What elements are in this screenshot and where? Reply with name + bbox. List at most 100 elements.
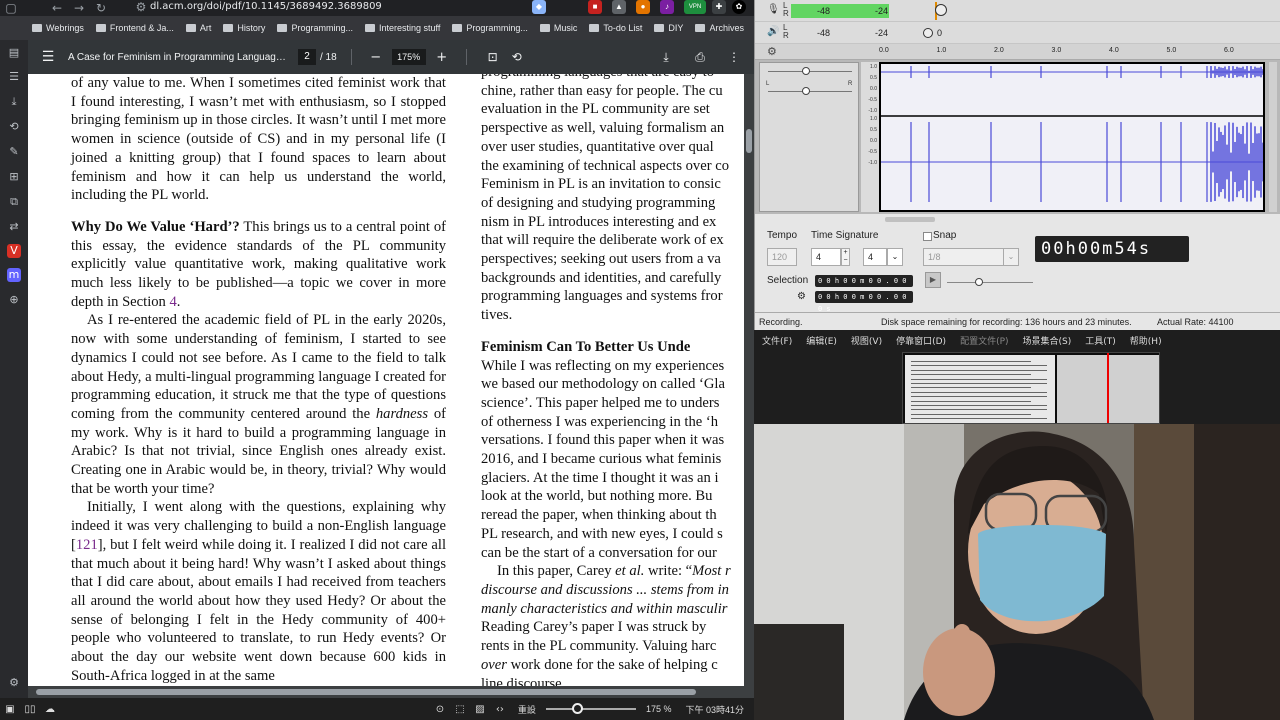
denominator-dropdown[interactable]: ⌄ [887,248,903,266]
url-field[interactable]: dl.acm.org/doi/pdf/10.1145/3689492.36898… [150,1,382,12]
speaker-icon[interactable]: 🔊 [767,26,779,37]
bookmark-folder[interactable]: Programming... [446,23,534,33]
recording-meter[interactable]: 🎙 LR -48 -24 [755,0,1280,22]
obs-preview[interactable] [902,352,1160,424]
zoom-out-icon[interactable]: − [366,50,386,65]
scroll-thumb[interactable] [746,129,752,153]
reading-list-icon[interactable]: ☰ [7,70,21,84]
capture-icon[interactable]: ⊙ [430,704,450,715]
play-speed-slider[interactable] [947,278,1033,286]
bookmark-folder[interactable]: DIY [648,23,689,33]
recording-volume-knob[interactable] [935,4,947,16]
pan-slider[interactable] [768,91,852,92]
snap-dropdown[interactable]: 1/8 [923,248,1015,266]
tempo-input[interactable]: 120 [767,248,797,266]
bookmark-folder[interactable]: Music [534,23,584,33]
selection-end[interactable]: 0 0 h 0 0 m 0 0 . 0 0 0 s [815,291,913,313]
obs-menu-item[interactable]: 编辑(E) [806,334,837,347]
cloud-icon[interactable]: ☁ [40,704,60,715]
reset-zoom-button[interactable]: 重設 [518,703,536,716]
play-at-speed-button[interactable]: ▶ [925,272,941,288]
bookmark-folder[interactable]: History [217,23,271,33]
image-icon[interactable]: ▨ [470,704,490,715]
extension-icon-2[interactable]: ▲ [612,0,626,14]
time-signature-numerator[interactable]: 4 [811,248,841,266]
snap-checkbox[interactable] [923,232,932,241]
track-control-panel[interactable]: L R [759,62,859,212]
window-icon[interactable]: ▣ [0,704,20,715]
bookmark-folder[interactable]: Art [180,23,218,33]
bookmarks-icon[interactable]: ▤ [7,46,21,60]
snap-dropdown-arrow[interactable]: ⌄ [1003,248,1019,266]
obs-menu-item[interactable]: 配置文件(P) [960,334,1008,347]
notes-icon[interactable]: ✎ [7,145,21,159]
pdf-horizontal-scrollbar[interactable] [28,686,754,698]
history-icon[interactable]: ⟲ [7,120,21,134]
timeline-ruler[interactable]: ⚙ 0.0 1.0 2.0 3.0 4.0 5.0 6.0 [755,44,1280,60]
vivaldi-icon[interactable]: V [7,244,21,258]
slider-knob[interactable] [571,703,583,714]
pdf-menu-icon[interactable]: ☰ [28,49,68,65]
site-info-icon[interactable]: ⚙ [130,0,152,14]
gain-knob[interactable] [802,67,810,75]
reload-icon[interactable]: ↻ [90,1,112,15]
code-icon[interactable]: ‹› [490,704,510,715]
timeline-options-icon[interactable]: ⚙ [767,45,777,58]
obs-menu-item[interactable]: 工具(T) [1085,334,1116,347]
settings-icon[interactable]: ⚙ [7,676,21,690]
microphone-icon[interactable]: 🎙 [767,4,780,15]
extensions-icon[interactable]: ⊞ [7,170,21,184]
extension-icon-3[interactable]: ● [636,0,650,14]
extension-icon-4[interactable]: ♪ [660,0,674,14]
selection-start[interactable]: 0 0 h 0 0 m 0 0 . 0 0 0 s [815,275,913,297]
playback-meter[interactable]: 🔊 LR -48 -24 0 [755,22,1280,44]
obs-menu-item[interactable]: 文件(F) [762,334,792,347]
slider-knob[interactable] [975,278,983,286]
rotate-icon[interactable]: ⟲ [505,50,529,64]
download-icon[interactable]: ⤓ [654,50,678,65]
bookmark-folder[interactable]: Frontend & Ja... [90,23,180,33]
forward-icon[interactable]: → [68,1,90,15]
shield-extension-icon[interactable]: ◆ [532,0,546,14]
pdf-vertical-scrollbar[interactable] [744,74,754,686]
zoom-in-icon[interactable]: + [432,50,452,65]
bookmark-folder[interactable]: Programming... [271,23,359,33]
pdf-viewport[interactable]: of any value to me. When I sometimes cit… [28,74,754,686]
bookmark-folder[interactable]: To-do List [583,23,648,33]
tiling-icon[interactable]: ⬚ [450,704,470,715]
extension-icon[interactable]: ■ [588,0,602,14]
obs-menu-item[interactable]: 帮助(H) [1130,334,1162,347]
waveform-display[interactable] [879,62,1265,212]
sync-icon[interactable]: ⇄ [7,220,21,234]
obs-menu-item[interactable]: 视图(V) [851,334,882,347]
more-options-icon[interactable]: ⋮ [722,50,746,64]
print-icon[interactable]: ⎙ [688,50,712,65]
bookmark-folder[interactable]: Webrings [26,23,90,33]
zoom-input[interactable]: 175% [391,49,426,65]
pan-knob[interactable] [802,87,810,95]
sidebar-toggle-icon[interactable]: ▢ [0,1,22,15]
selection-options-icon[interactable]: ⚙ [797,291,806,302]
profile-avatar-icon[interactable]: ✿ [732,0,746,14]
page-zoom-slider[interactable] [545,703,636,714]
bookmark-folder[interactable]: Archives [689,23,750,33]
time-display[interactable]: 00h00m54s [1035,236,1189,262]
vpn-extension-icon[interactable]: VPN [684,0,706,14]
obs-menu-item[interactable]: 场景集合(S) [1023,334,1072,347]
playback-volume-knob[interactable] [923,28,933,38]
section-link[interactable]: 4 [170,294,177,310]
tabs-icon[interactable]: ⧉ [7,195,21,209]
add-panel-icon[interactable]: ⊕ [7,293,21,307]
time-signature-denominator[interactable]: 4 [863,248,887,266]
mastodon-icon[interactable]: m [7,268,21,282]
downloads-icon[interactable]: ⤓ [7,95,21,109]
back-icon[interactable]: ← [46,1,68,15]
puzzle-extension-icon[interactable]: ✚ [712,0,726,14]
page-number-input[interactable]: 2 [298,49,316,65]
numerator-stepper[interactable]: + − [841,248,850,266]
fit-page-icon[interactable]: ⊡ [481,50,505,64]
bookmark-folder[interactable]: Interesting stuff [359,23,446,33]
citation-link[interactable]: 121 [76,537,98,553]
scroll-thumb[interactable] [36,689,696,695]
panels-icon[interactable]: ▯▯ [20,704,40,715]
